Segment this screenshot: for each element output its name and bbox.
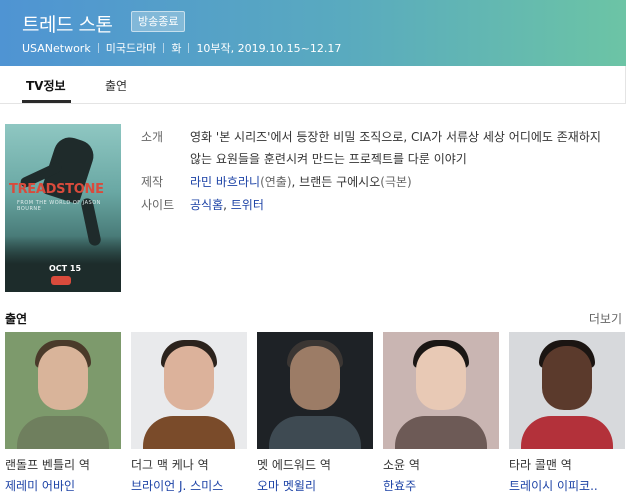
cast-role: 멧 에드워드 역 (257, 458, 331, 472)
usa-network-icon (51, 276, 71, 285)
twitter-link[interactable]: 트위터 (231, 198, 264, 212)
cast-photo-face (164, 346, 214, 410)
cast-photo-body (17, 416, 109, 449)
writer-role: (극본) (380, 175, 412, 189)
status-badge: 방송종료 (131, 11, 186, 32)
cast-photo-face (38, 346, 88, 410)
cast-name[interactable]: 브라이언 J. 스미스 (131, 477, 247, 493)
cast-role: 랜돌프 벤틀리 역 (5, 458, 90, 472)
cast-photo-2[interactable] (131, 332, 247, 449)
credit-separator: , (291, 175, 300, 189)
poster-tagline: FROM THE WORLD OF JASON BOURNE (17, 200, 101, 212)
meta-genre: 미국드라마 (105, 42, 157, 55)
info-intro-row: 소개 영화 '본 시리즈'에서 등장한 비밀 조직으로, CIA가 서류상 세상… (141, 126, 611, 170)
poster-date: OCT 15 (49, 264, 82, 273)
cast-card[interactable]: 소윤 역 한효주 (383, 332, 499, 493)
director-link[interactable]: 라민 바흐라니 (190, 175, 260, 189)
site-links: 공식홈, 트위터 (190, 194, 611, 216)
cast-photo-body (269, 416, 361, 449)
program-title[interactable]: 트레드 스톤 (22, 10, 113, 37)
cast-name[interactable]: 한효주 (383, 477, 499, 493)
production-value: 라민 바흐라니(연출), 브랜든 구에시오(극본) (190, 171, 611, 193)
cast-name[interactable]: 트레이시 이피코.. (509, 477, 625, 493)
cast-card[interactable]: 랜돌프 벤틀리 역 제레미 어바인 (5, 332, 121, 493)
cast-role: 더그 맥 케나 역 (131, 458, 209, 472)
meta-day: 화 (171, 42, 182, 55)
cast-section-title: 출연 (5, 312, 28, 326)
production-label: 제작 (141, 175, 164, 189)
director-role: (연출) (260, 175, 292, 189)
cast-photo-face (416, 346, 466, 410)
program-meta: USANetwork 미국드라마 화 10부작, 2019.10.15~12.17 (22, 40, 341, 56)
poster-logo: TREADSTONE (9, 182, 104, 197)
cast-card[interactable]: 타라 콜맨 역 트레이시 이피코.. (509, 332, 625, 493)
tab-bar: TV정보 출연 (0, 66, 626, 104)
cast-card[interactable]: 멧 에드워드 역 오마 멧윌리 (257, 332, 373, 493)
cast-card[interactable]: 더그 맥 케나 역 브라이언 J. 스미스 (131, 332, 247, 493)
meta-divider (97, 43, 99, 53)
cast-name[interactable]: 오마 멧윌리 (257, 477, 373, 493)
info-site-row: 사이트 공식홈, 트위터 (141, 194, 611, 216)
cast-photo-body (143, 416, 235, 449)
more-cast-link[interactable]: 더보기 (589, 310, 622, 327)
meta-network: USANetwork (22, 42, 91, 55)
info-production-row: 제작 라민 바흐라니(연출), 브랜든 구에시오(극본) (141, 171, 611, 193)
cast-photo-body (395, 416, 487, 449)
tab-tv-info[interactable]: TV정보 (26, 77, 66, 94)
cast-photo-5[interactable] (509, 332, 625, 449)
meta-episodes-dates: 10부작, 2019.10.15~12.17 (196, 42, 342, 55)
cast-role: 타라 콜맨 역 (509, 458, 572, 472)
cast-photo-body (521, 416, 613, 449)
official-site-link[interactable]: 공식홈 (190, 198, 223, 212)
cast-photo-face (290, 346, 340, 410)
meta-divider (163, 43, 165, 53)
writer-name: 브랜든 구에시오 (299, 175, 381, 189)
cast-photo-face (542, 346, 592, 410)
meta-divider (188, 43, 190, 53)
poster-image[interactable]: TREADSTONE FROM THE WORLD OF JASON BOURN… (5, 124, 121, 292)
program-header: 트레드 스톤 방송종료 USANetwork 미국드라마 화 10부작, 2019.1… (0, 0, 626, 66)
intro-text: 영화 '본 시리즈'에서 등장한 비밀 조직으로, CIA가 서류상 세상 어디… (190, 130, 601, 166)
intro-label: 소개 (141, 130, 164, 144)
program-info: 소개 영화 '본 시리즈'에서 등장한 비밀 조직으로, CIA가 서류상 세상… (141, 126, 611, 216)
cast-photo-3[interactable] (257, 332, 373, 449)
active-tab-indicator (22, 100, 71, 103)
cast-role: 소윤 역 (383, 458, 420, 472)
cast-photo-4[interactable] (383, 332, 499, 449)
cast-photo-1[interactable] (5, 332, 121, 449)
site-separator: , (223, 198, 231, 212)
site-label: 사이트 (141, 198, 175, 212)
cast-name[interactable]: 제레미 어바인 (5, 477, 121, 493)
tab-cast[interactable]: 출연 (105, 77, 127, 94)
